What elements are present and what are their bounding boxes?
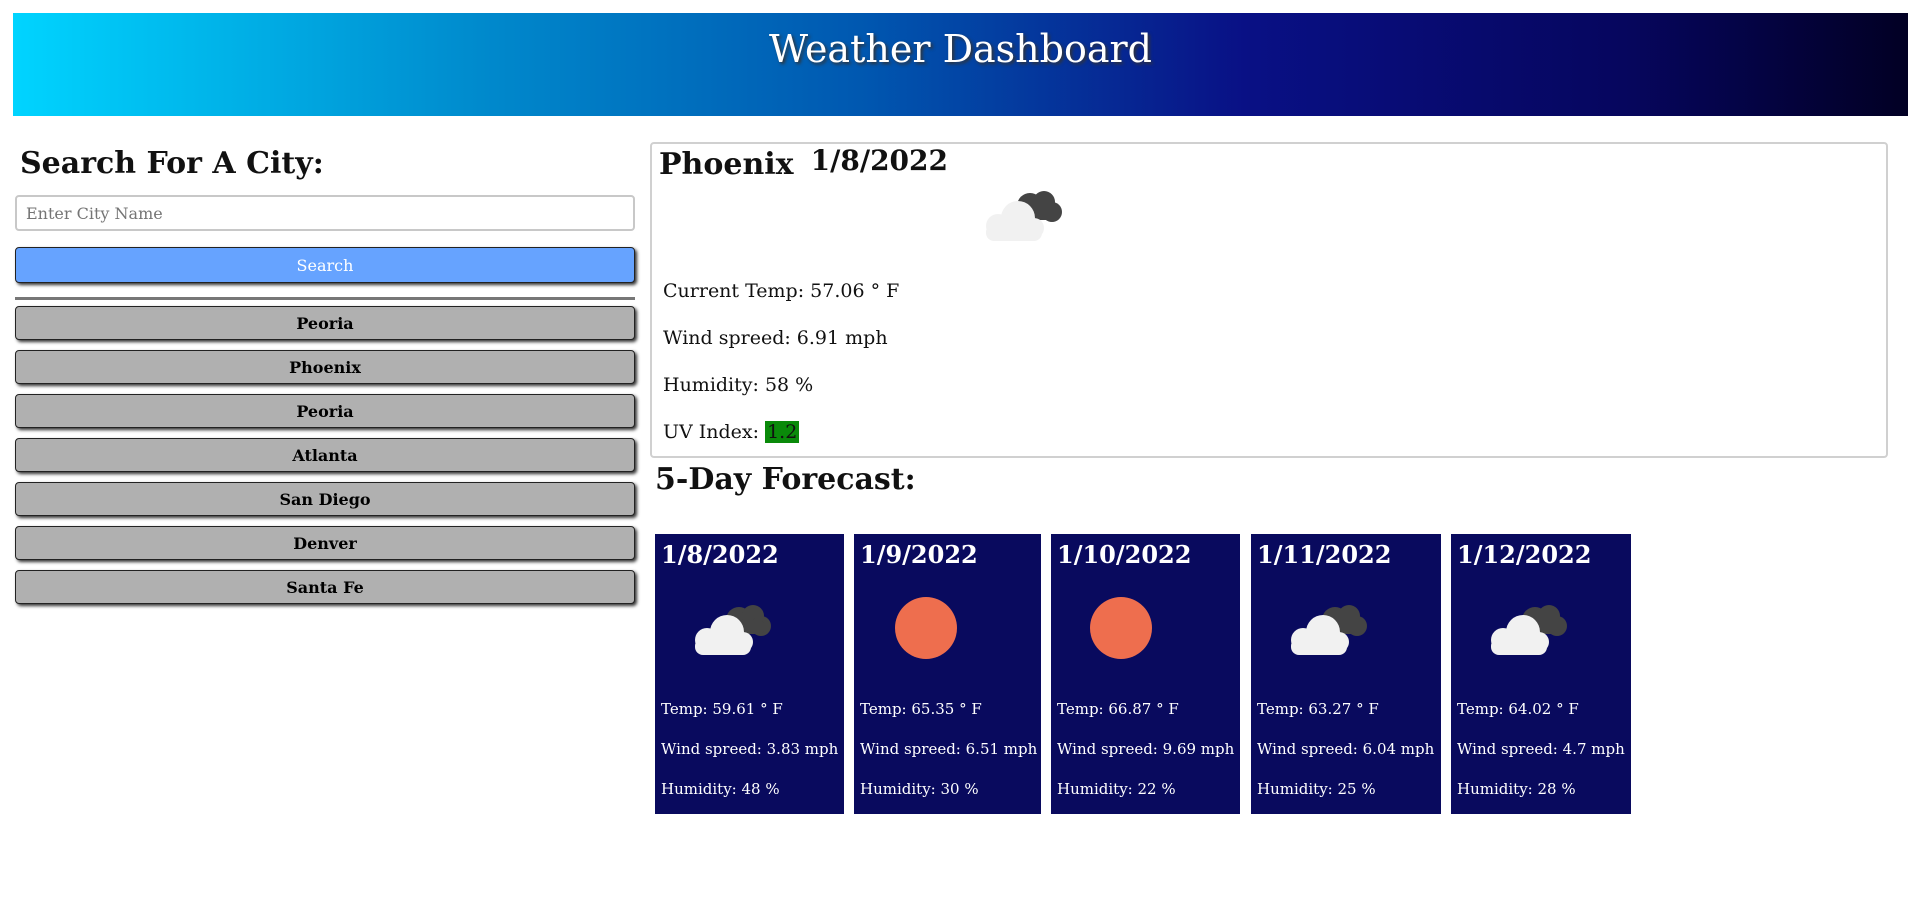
forecast-date: 1/8/2022 [661, 540, 779, 569]
page-title: Weather Dashboard [768, 27, 1153, 71]
forecast-wind: Wind spreed: 3.83 mph [661, 740, 839, 758]
forecast-card: 1/12/2022 Temp: 64.02 ° F Wind spreed: 4… [1451, 534, 1631, 814]
history-city-button[interactable]: Atlanta [15, 438, 635, 472]
history-city-button[interactable]: Peoria [15, 306, 635, 340]
forecast-humidity: Humidity: 25 % [1257, 780, 1376, 798]
uv-index-label: UV Index: [663, 421, 760, 443]
current-uv: UV Index: 1.2 [663, 421, 800, 443]
forecast-temp: Temp: 65.35 ° F [860, 700, 982, 718]
forecast-wind: Wind spreed: 6.04 mph [1257, 740, 1435, 758]
search-panel: Search For A City: Search Peoria Phoenix… [15, 145, 635, 614]
history-city-button[interactable]: Santa Fe [15, 570, 635, 604]
current-wind: Wind spreed: 6.91 mph [663, 327, 888, 349]
forecast-wind: Wind spreed: 9.69 mph [1057, 740, 1235, 758]
clouds-icon [1491, 605, 1567, 655]
forecast-temp: Temp: 59.61 ° F [661, 700, 783, 718]
forecast-title: 5-Day Forecast: [655, 462, 916, 497]
forecast-temp: Temp: 63.27 ° F [1257, 700, 1379, 718]
forecast-humidity: Humidity: 30 % [860, 780, 979, 798]
forecast-card: 1/11/2022 Temp: 63.27 ° F Wind spreed: 6… [1251, 534, 1441, 814]
forecast-humidity: Humidity: 28 % [1457, 780, 1576, 798]
forecast-temp: Temp: 66.87 ° F [1057, 700, 1179, 718]
search-history-list: Peoria Phoenix Peoria Atlanta San Diego … [15, 306, 635, 604]
forecast-date: 1/11/2022 [1257, 540, 1392, 569]
clouds-icon [986, 191, 1062, 241]
forecast-card: 1/8/2022 Temp: 59.61 ° F Wind spreed: 3.… [655, 534, 844, 814]
search-button[interactable]: Search [15, 247, 635, 283]
forecast-date: 1/10/2022 [1057, 540, 1192, 569]
forecast-card: 1/10/2022 Temp: 66.87 ° F Wind spreed: 9… [1051, 534, 1240, 814]
uv-index-badge: 1.2 [765, 421, 800, 443]
search-title: Search For A City: [20, 146, 324, 181]
current-city-name: Phoenix [659, 147, 794, 182]
forecast-wind: Wind spreed: 4.7 mph [1457, 740, 1625, 758]
forecast-temp: Temp: 64.02 ° F [1457, 700, 1579, 718]
forecast-humidity: Humidity: 22 % [1057, 780, 1176, 798]
divider [15, 297, 635, 300]
current-date: 1/8/2022 [810, 144, 949, 177]
history-city-button[interactable]: San Diego [15, 482, 635, 516]
sun-icon [895, 597, 957, 659]
clouds-icon [1291, 605, 1367, 655]
current-heading: Phoenix 1/8/2022 [659, 144, 949, 182]
forecast-date: 1/12/2022 [1457, 540, 1592, 569]
forecast-wind: Wind spreed: 6.51 mph [860, 740, 1038, 758]
current-temp: Current Temp: 57.06 ° F [663, 280, 900, 302]
city-search-input[interactable] [15, 195, 635, 231]
forecast-date: 1/9/2022 [860, 540, 978, 569]
clouds-icon [695, 605, 771, 655]
current-humidity: Humidity: 58 % [663, 374, 814, 396]
page-header: Weather Dashboard [13, 13, 1908, 116]
forecast-humidity: Humidity: 48 % [661, 780, 780, 798]
forecast-card: 1/9/2022 Temp: 65.35 ° F Wind spreed: 6.… [854, 534, 1041, 814]
history-city-button[interactable]: Denver [15, 526, 635, 560]
history-city-button[interactable]: Peoria [15, 394, 635, 428]
sun-icon [1090, 597, 1152, 659]
history-city-button[interactable]: Phoenix [15, 350, 635, 384]
current-weather-card: Phoenix 1/8/2022 Current Temp: 57.06 ° F… [650, 142, 1888, 458]
